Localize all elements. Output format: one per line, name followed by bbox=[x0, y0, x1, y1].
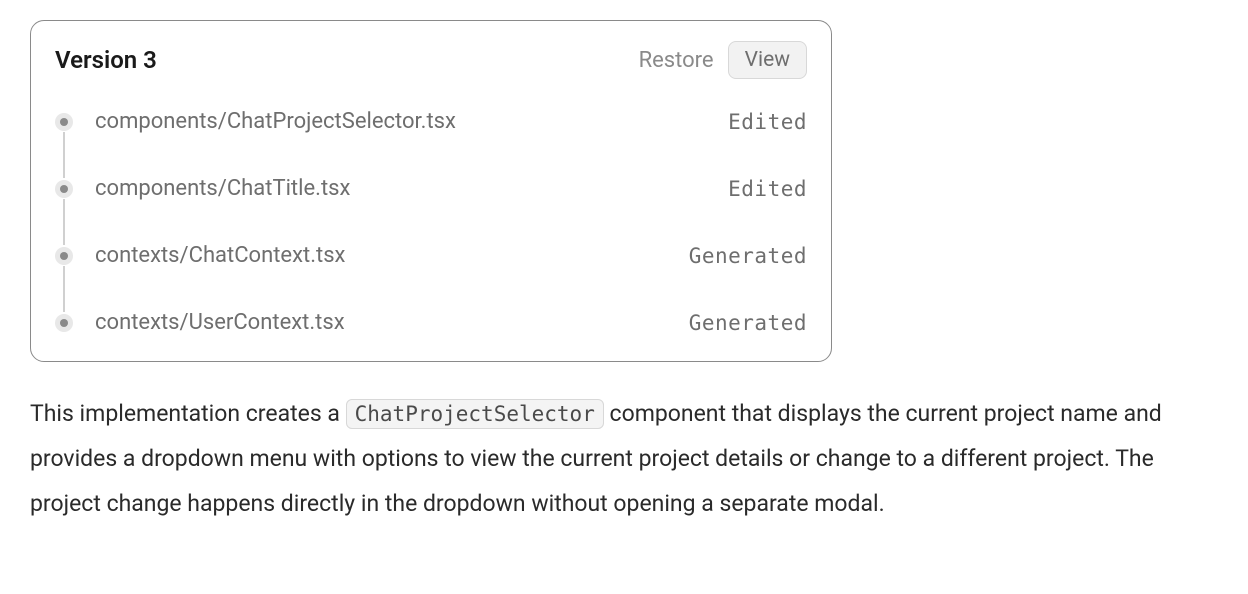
file-row[interactable]: components/ChatProjectSelector.tsx Edite… bbox=[55, 101, 807, 142]
connector-spacer bbox=[55, 142, 807, 168]
connector-spacer bbox=[55, 276, 807, 302]
description-paragraph: This implementation creates a ChatProjec… bbox=[30, 392, 1218, 527]
bullet-col bbox=[55, 101, 85, 142]
file-status: Generated bbox=[689, 244, 807, 268]
file-path: components/ChatTitle.tsx bbox=[85, 168, 728, 209]
file-row[interactable]: contexts/ChatContext.tsx Generated bbox=[55, 235, 807, 276]
restore-button[interactable]: Restore bbox=[639, 48, 714, 73]
file-status: Generated bbox=[689, 311, 807, 335]
file-path: components/ChatProjectSelector.tsx bbox=[85, 101, 728, 142]
file-row[interactable]: contexts/UserContext.tsx Generated bbox=[55, 302, 807, 343]
connector-spacer bbox=[55, 209, 807, 235]
header-actions: Restore View bbox=[639, 41, 807, 79]
bullet-icon bbox=[55, 247, 73, 265]
bullet-col bbox=[55, 302, 85, 343]
bullet-icon bbox=[55, 180, 73, 198]
bullet-icon bbox=[55, 314, 73, 332]
view-button[interactable]: View bbox=[728, 41, 807, 79]
version-title: Version 3 bbox=[55, 46, 157, 74]
inline-code: ChatProjectSelector bbox=[346, 399, 604, 429]
file-row[interactable]: components/ChatTitle.tsx Edited bbox=[55, 168, 807, 209]
version-card: Version 3 Restore View components/ChatPr… bbox=[30, 20, 832, 362]
file-status: Edited bbox=[728, 110, 807, 134]
file-path: contexts/UserContext.tsx bbox=[85, 302, 689, 343]
bullet-col bbox=[55, 235, 85, 276]
file-status: Edited bbox=[728, 177, 807, 201]
version-header: Version 3 Restore View bbox=[55, 41, 807, 79]
description-prefix: This implementation creates a bbox=[30, 400, 346, 427]
bullet-col bbox=[55, 168, 85, 209]
file-path: contexts/ChatContext.tsx bbox=[85, 235, 689, 276]
file-list: components/ChatProjectSelector.tsx Edite… bbox=[55, 101, 807, 343]
bullet-icon bbox=[55, 113, 73, 131]
